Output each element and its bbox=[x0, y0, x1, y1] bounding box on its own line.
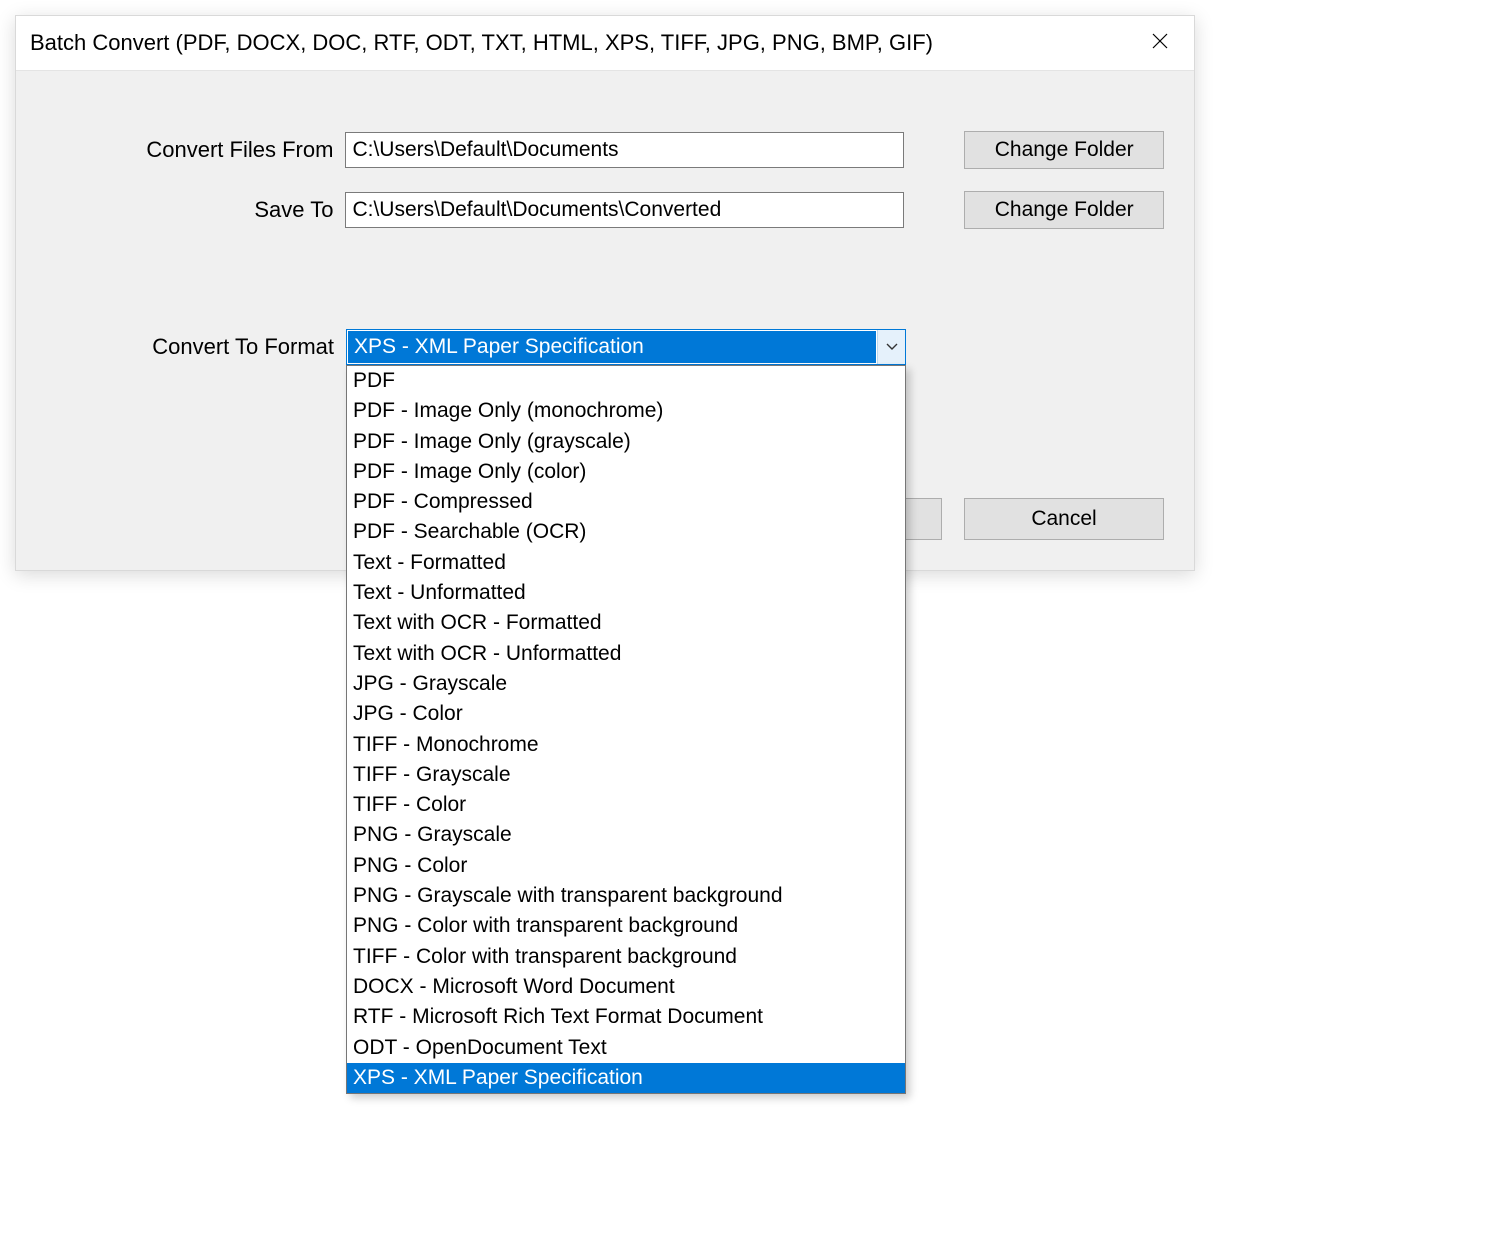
format-option[interactable]: TIFF - Color with transparent background bbox=[347, 942, 905, 972]
format-option[interactable]: PNG - Grayscale with transparent backgro… bbox=[347, 881, 905, 911]
convert-from-row: Convert Files From Change Folder bbox=[46, 131, 1164, 169]
dialog-title: Batch Convert (PDF, DOCX, DOC, RTF, ODT,… bbox=[30, 30, 933, 56]
format-option[interactable]: PDF - Compressed bbox=[347, 487, 905, 517]
format-option[interactable]: Text with OCR - Unformatted bbox=[347, 639, 905, 669]
batch-convert-dialog: Batch Convert (PDF, DOCX, DOC, RTF, ODT,… bbox=[15, 15, 1195, 571]
format-option[interactable]: JPG - Color bbox=[347, 699, 905, 729]
format-option[interactable]: Text with OCR - Formatted bbox=[347, 608, 905, 638]
format-dropdown-list[interactable]: PDFPDF - Image Only (monochrome)PDF - Im… bbox=[346, 365, 906, 1094]
cancel-button[interactable]: Cancel bbox=[964, 498, 1164, 540]
format-option[interactable]: PDF - Image Only (color) bbox=[347, 457, 905, 487]
convert-format-label: Convert To Format bbox=[46, 334, 346, 360]
save-to-input[interactable] bbox=[345, 192, 904, 228]
format-combobox-selected: XPS - XML Paper Specification bbox=[348, 331, 876, 363]
save-to-row: Save To Change Folder bbox=[46, 191, 1164, 229]
format-option[interactable]: Text - Unformatted bbox=[347, 578, 905, 608]
format-option[interactable]: TIFF - Color bbox=[347, 790, 905, 820]
format-option[interactable]: JPG - Grayscale bbox=[347, 669, 905, 699]
convert-format-row: Convert To Format XPS - XML Paper Specif… bbox=[46, 329, 1164, 365]
format-option[interactable]: PNG - Grayscale bbox=[347, 820, 905, 850]
convert-from-label: Convert Files From bbox=[46, 137, 345, 163]
save-to-label: Save To bbox=[46, 197, 345, 223]
format-option[interactable]: PDF - Image Only (monochrome) bbox=[347, 396, 905, 426]
format-option[interactable]: XPS - XML Paper Specification bbox=[347, 1063, 905, 1093]
convert-from-input[interactable] bbox=[345, 132, 904, 168]
format-option[interactable]: PDF bbox=[347, 366, 905, 396]
format-option[interactable]: TIFF - Monochrome bbox=[347, 730, 905, 760]
change-folder-to-button[interactable]: Change Folder bbox=[964, 191, 1164, 229]
format-option[interactable]: PDF - Image Only (grayscale) bbox=[347, 427, 905, 457]
format-option[interactable]: Text - Formatted bbox=[347, 548, 905, 578]
close-icon bbox=[1152, 32, 1168, 55]
format-option[interactable]: PNG - Color bbox=[347, 851, 905, 881]
format-combobox[interactable]: XPS - XML Paper Specification bbox=[346, 329, 906, 365]
format-option[interactable]: PNG - Color with transparent background bbox=[347, 911, 905, 941]
chevron-down-icon bbox=[877, 330, 905, 364]
format-option[interactable]: RTF - Microsoft Rich Text Format Documen… bbox=[347, 1002, 905, 1032]
format-option[interactable]: DOCX - Microsoft Word Document bbox=[347, 972, 905, 1002]
format-option[interactable]: ODT - OpenDocument Text bbox=[347, 1033, 905, 1063]
dialog-titlebar: Batch Convert (PDF, DOCX, DOC, RTF, ODT,… bbox=[16, 16, 1194, 70]
format-option[interactable]: PDF - Searchable (OCR) bbox=[347, 517, 905, 547]
close-button[interactable] bbox=[1140, 28, 1180, 58]
dialog-body: Convert Files From Change Folder Save To… bbox=[16, 70, 1194, 570]
change-folder-from-button[interactable]: Change Folder bbox=[964, 131, 1164, 169]
format-combo-wrap: XPS - XML Paper Specification PDFPDF - I… bbox=[346, 329, 906, 365]
format-option[interactable]: TIFF - Grayscale bbox=[347, 760, 905, 790]
